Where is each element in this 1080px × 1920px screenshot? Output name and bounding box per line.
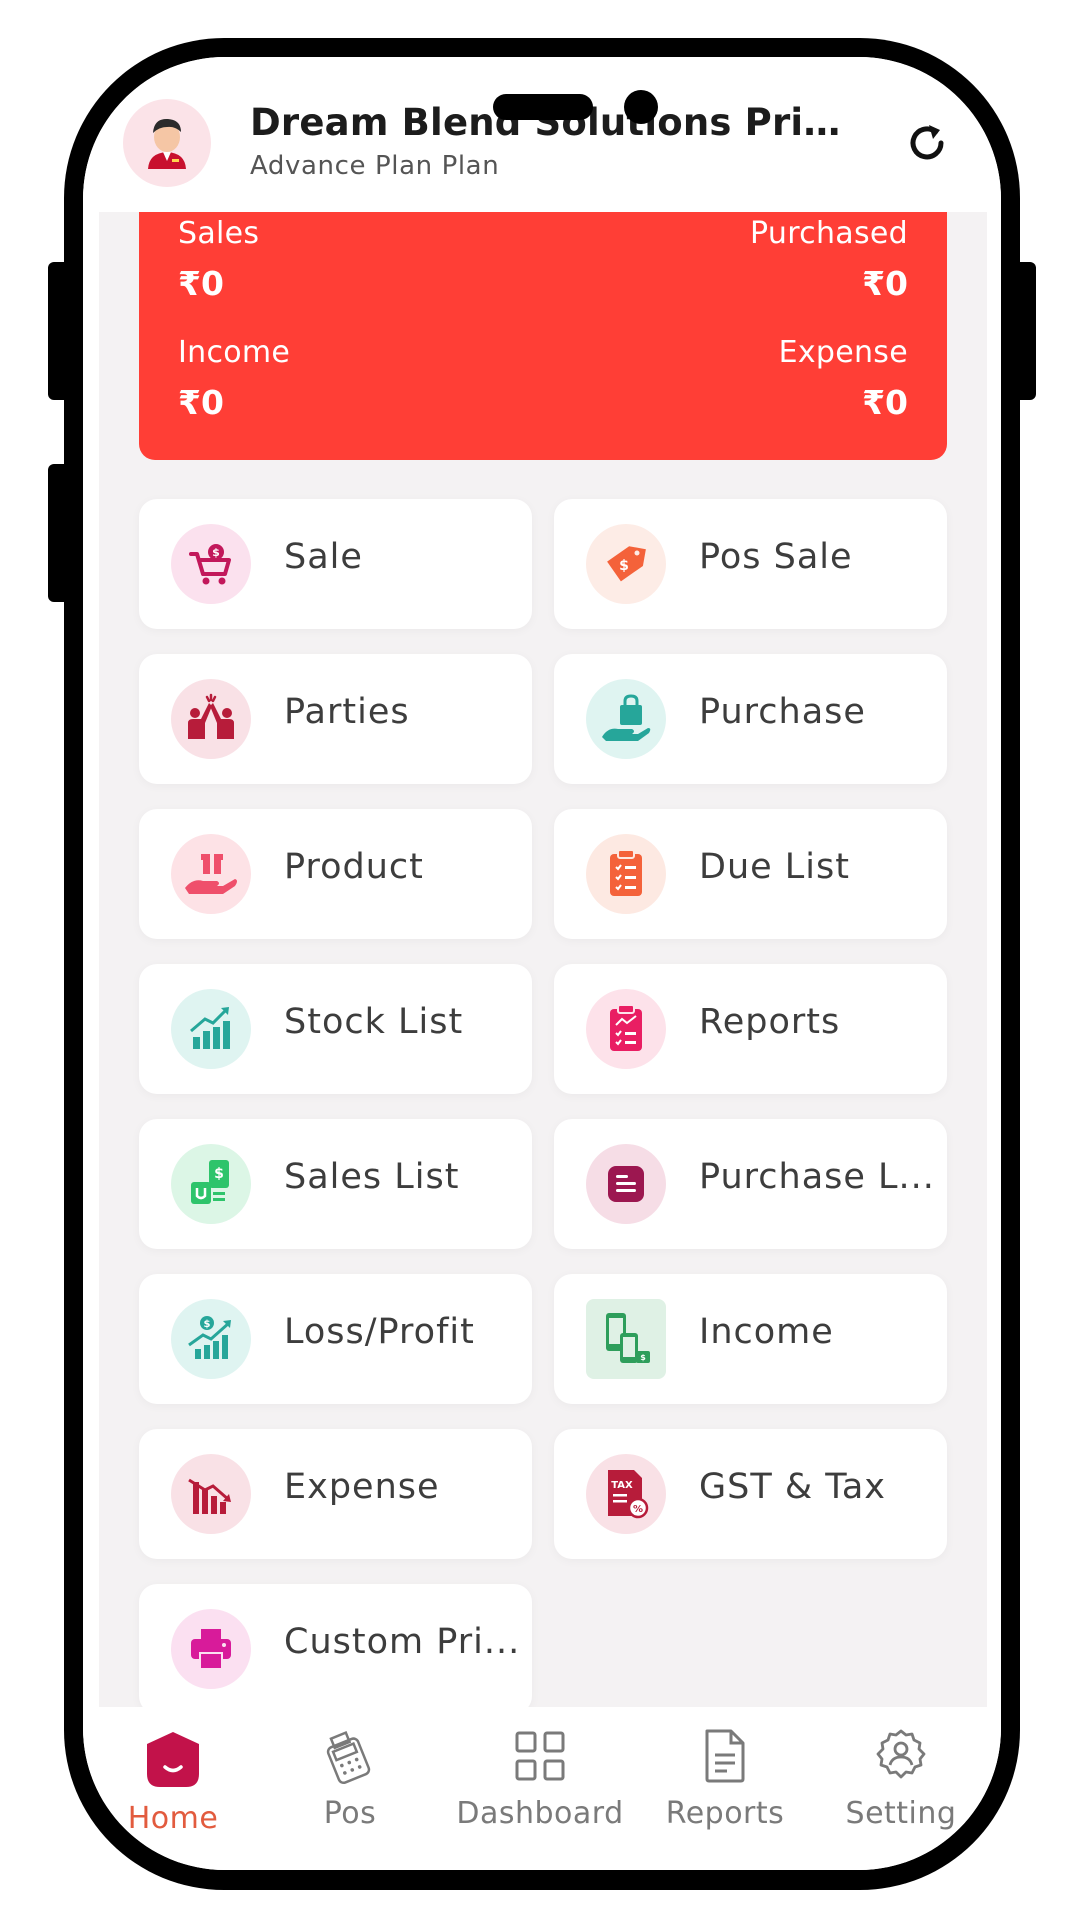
document-icon xyxy=(701,1727,749,1789)
speaker-notch xyxy=(493,94,593,120)
menu-label: Income xyxy=(699,1312,834,1352)
plan-label: Advance Plan Plan xyxy=(250,151,500,181)
report-clipboard-icon xyxy=(586,989,666,1069)
bar-chart-growth-icon xyxy=(171,989,251,1069)
menu-tile-reports[interactable]: Reports xyxy=(554,964,947,1094)
menu-tile-gst-tax[interactable]: TAX % GST & Tax xyxy=(554,1429,947,1559)
nav-label: Pos xyxy=(323,1796,377,1831)
bottom-navigation: Home Pos Dashboard Reports Setting xyxy=(83,1707,1001,1870)
menu-label: Parties xyxy=(284,692,410,732)
svg-text:TAX: TAX xyxy=(611,1480,633,1491)
mobile-income-icon: $ xyxy=(586,1299,666,1379)
summary-card: Sales ₹0 Purchased ₹0 Income ₹0 Expense … xyxy=(139,212,947,460)
menu-label: Due List xyxy=(699,847,850,887)
svg-text:$: $ xyxy=(640,1353,646,1362)
home-icon xyxy=(142,1729,204,1795)
purchase-list-icon xyxy=(586,1144,666,1224)
gift-hand-icon xyxy=(171,834,251,914)
shopping-cart-icon: $ xyxy=(171,524,251,604)
expense-label: Expense xyxy=(778,335,908,370)
money-receipt-icon: $ xyxy=(171,1144,251,1224)
svg-text:$: $ xyxy=(212,546,220,559)
app-header: Dream Blend Solutions Privat... Advance … xyxy=(83,57,1001,212)
menu-label: Sale xyxy=(284,537,363,577)
menu-label: Loss/Profit xyxy=(284,1312,475,1352)
menu-label: Purchase L... xyxy=(699,1157,935,1197)
menu-label: Stock List xyxy=(284,1002,464,1042)
menu-tile-custom-print[interactable]: Custom Pri... xyxy=(139,1584,532,1707)
menu-tile-sale[interactable]: $ Sale xyxy=(139,499,532,629)
nav-setting[interactable]: Setting xyxy=(816,1707,986,1847)
user-avatar-icon[interactable] xyxy=(123,99,211,187)
nav-label: Setting xyxy=(845,1796,957,1831)
printer-icon xyxy=(171,1609,251,1689)
menu-tile-expense[interactable]: Expense xyxy=(139,1429,532,1559)
menu-tile-sales-list[interactable]: $ Sales List xyxy=(139,1119,532,1249)
sales-value: ₹0 xyxy=(178,264,224,303)
menu-label: Custom Pri... xyxy=(284,1622,521,1662)
shopping-bag-hand-icon xyxy=(586,679,666,759)
svg-text:$: $ xyxy=(619,558,629,574)
income-value: ₹0 xyxy=(178,383,224,422)
menu-label: Pos Sale xyxy=(699,537,853,577)
nav-dashboard[interactable]: Dashboard xyxy=(440,1707,640,1847)
nav-pos[interactable]: Pos xyxy=(265,1707,435,1847)
menu-label: Purchase xyxy=(699,692,866,732)
menu-label: Expense xyxy=(284,1467,440,1507)
nav-reports[interactable]: Reports xyxy=(640,1707,810,1847)
high-five-icon xyxy=(171,679,251,759)
menu-label: GST & Tax xyxy=(699,1467,887,1507)
svg-text:%: % xyxy=(633,1504,643,1515)
menu-tile-due-list[interactable]: Due List xyxy=(554,809,947,939)
price-tag-icon: $ xyxy=(586,524,666,604)
menu-tile-loss-profit[interactable]: $ Loss/Profit xyxy=(139,1274,532,1404)
menu-label: Product xyxy=(284,847,424,887)
nav-label: Dashboard xyxy=(456,1796,624,1831)
nav-label: Home xyxy=(127,1801,219,1836)
income-label: Income xyxy=(178,335,291,370)
expense-value: ₹0 xyxy=(862,383,908,422)
menu-tile-income[interactable]: $ Income xyxy=(554,1274,947,1404)
dashboard-grid-icon xyxy=(513,1729,567,1787)
menu-label: Sales List xyxy=(284,1157,460,1197)
refresh-icon[interactable] xyxy=(903,119,951,167)
purchased-value: ₹0 xyxy=(862,264,908,303)
menu-tile-purchase-list[interactable]: Purchase L... xyxy=(554,1119,947,1249)
home-content: Sales ₹0 Purchased ₹0 Income ₹0 Expense … xyxy=(99,212,987,1707)
menu-tile-stock-list[interactable]: Stock List xyxy=(139,964,532,1094)
gear-user-icon xyxy=(872,1727,930,1789)
front-camera xyxy=(624,90,658,124)
menu-tile-purchase[interactable]: Purchase xyxy=(554,654,947,784)
sales-label: Sales xyxy=(178,216,260,251)
nav-label: Reports xyxy=(665,1796,785,1831)
app-screen: Dream Blend Solutions Privat... Advance … xyxy=(83,57,1001,1870)
clipboard-checklist-icon xyxy=(586,834,666,914)
purchased-label: Purchased xyxy=(750,216,908,251)
menu-tile-pos-sale[interactable]: $ Pos Sale xyxy=(554,499,947,629)
menu-label: Reports xyxy=(699,1002,841,1042)
menu-tile-product[interactable]: Product xyxy=(139,809,532,939)
pos-terminal-icon xyxy=(320,1729,380,1789)
tax-document-icon: TAX % xyxy=(586,1454,666,1534)
nav-home[interactable]: Home xyxy=(88,1707,258,1847)
svg-text:$: $ xyxy=(204,1319,211,1330)
menu-tile-parties[interactable]: Parties xyxy=(139,654,532,784)
svg-text:$: $ xyxy=(214,1166,224,1182)
expense-down-chart-icon xyxy=(171,1454,251,1534)
profit-chart-icon: $ xyxy=(171,1299,251,1379)
